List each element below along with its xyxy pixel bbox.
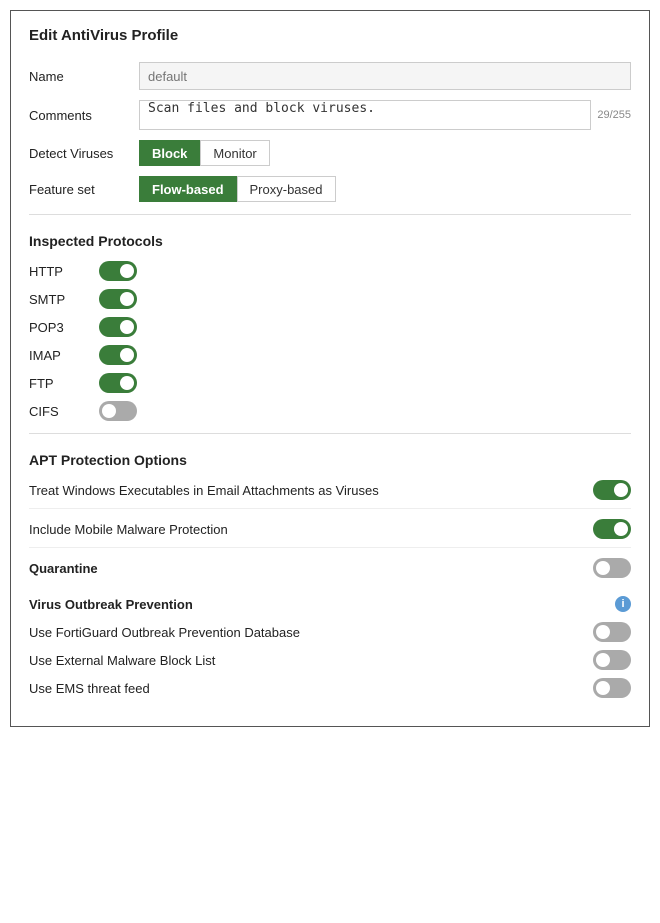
sub-toggle[interactable] (593, 622, 631, 642)
protocol-toggle[interactable] (99, 317, 137, 337)
char-count: 29/255 (597, 109, 631, 121)
divider-1 (29, 214, 631, 215)
sub-options-container: Use FortiGuard Outbreak Prevention Datab… (29, 622, 631, 698)
protocols-container: HTTP SMTP POP3 IMAP FTP CIFS (29, 261, 631, 421)
feature-set-row: Feature set Flow-based Proxy-based (29, 176, 631, 202)
apt-options-container: Treat Windows Executables in Email Attac… (29, 480, 631, 586)
protocol-label: POP3 (29, 320, 99, 335)
protocol-label: HTTP (29, 264, 99, 279)
detect-viruses-row: Detect Viruses Block Monitor (29, 140, 631, 166)
protocol-row: FTP (29, 373, 631, 393)
sub-toggle[interactable] (593, 650, 631, 670)
name-input[interactable] (139, 62, 631, 90)
protocol-label: FTP (29, 376, 99, 391)
sub-option-row: Use External Malware Block List (29, 650, 631, 670)
comments-input[interactable]: Scan files and block viruses. (139, 100, 591, 130)
detect-viruses-label: Detect Viruses (29, 146, 139, 161)
name-row: Name (29, 62, 631, 90)
apt-option-label: Treat Windows Executables in Email Attac… (29, 483, 593, 498)
protocol-toggle[interactable] (99, 345, 137, 365)
protocol-row: IMAP (29, 345, 631, 365)
protocol-toggle[interactable] (99, 261, 137, 281)
feature-proxy-based-btn[interactable]: Proxy-based (237, 176, 336, 202)
sub-option-label: Use FortiGuard Outbreak Prevention Datab… (29, 625, 593, 640)
apt-option-row: Include Mobile Malware Protection (29, 519, 631, 548)
comments-row: Comments Scan files and block viruses. 2… (29, 100, 631, 130)
sub-option-row: Use FortiGuard Outbreak Prevention Datab… (29, 622, 631, 642)
detect-viruses-monitor-btn[interactable]: Monitor (200, 140, 269, 166)
detect-viruses-block-btn[interactable]: Block (139, 140, 200, 166)
protocol-toggle[interactable] (99, 373, 137, 393)
apt-toggle[interactable] (593, 480, 631, 500)
edit-antivirus-panel: Edit AntiVirus Profile Name Comments Sca… (10, 10, 650, 727)
protocol-row: CIFS (29, 401, 631, 421)
virus-outbreak-label: Virus Outbreak Prevention (29, 597, 611, 612)
apt-option-label: Quarantine (29, 561, 593, 576)
detect-viruses-btn-group: Block Monitor (139, 140, 270, 166)
sub-option-label: Use EMS threat feed (29, 681, 593, 696)
protocol-row: POP3 (29, 317, 631, 337)
apt-option-row: Treat Windows Executables in Email Attac… (29, 480, 631, 509)
sub-option-label: Use External Malware Block List (29, 653, 593, 668)
virus-outbreak-row: Virus Outbreak Prevention i (29, 596, 631, 612)
protocol-label: SMTP (29, 292, 99, 307)
sub-toggle[interactable] (593, 678, 631, 698)
protocol-label: CIFS (29, 404, 99, 419)
inspected-protocols-title: Inspected Protocols (29, 233, 631, 249)
info-icon[interactable]: i (615, 596, 631, 612)
protocol-label: IMAP (29, 348, 99, 363)
apt-toggle[interactable] (593, 558, 631, 578)
panel-title: Edit AntiVirus Profile (29, 27, 631, 44)
feature-flow-based-btn[interactable]: Flow-based (139, 176, 237, 202)
protocol-toggle[interactable] (99, 401, 137, 421)
divider-2 (29, 433, 631, 434)
apt-option-row: Quarantine (29, 558, 631, 586)
apt-option-label: Include Mobile Malware Protection (29, 522, 593, 537)
apt-toggle[interactable] (593, 519, 631, 539)
protocol-row: SMTP (29, 289, 631, 309)
comments-wrapper: Scan files and block viruses. 29/255 (139, 100, 631, 130)
comments-label: Comments (29, 108, 139, 123)
sub-option-row: Use EMS threat feed (29, 678, 631, 698)
feature-set-label: Feature set (29, 182, 139, 197)
protocol-row: HTTP (29, 261, 631, 281)
apt-title: APT Protection Options (29, 452, 631, 468)
feature-set-btn-group: Flow-based Proxy-based (139, 176, 336, 202)
protocol-toggle[interactable] (99, 289, 137, 309)
name-label: Name (29, 69, 139, 84)
